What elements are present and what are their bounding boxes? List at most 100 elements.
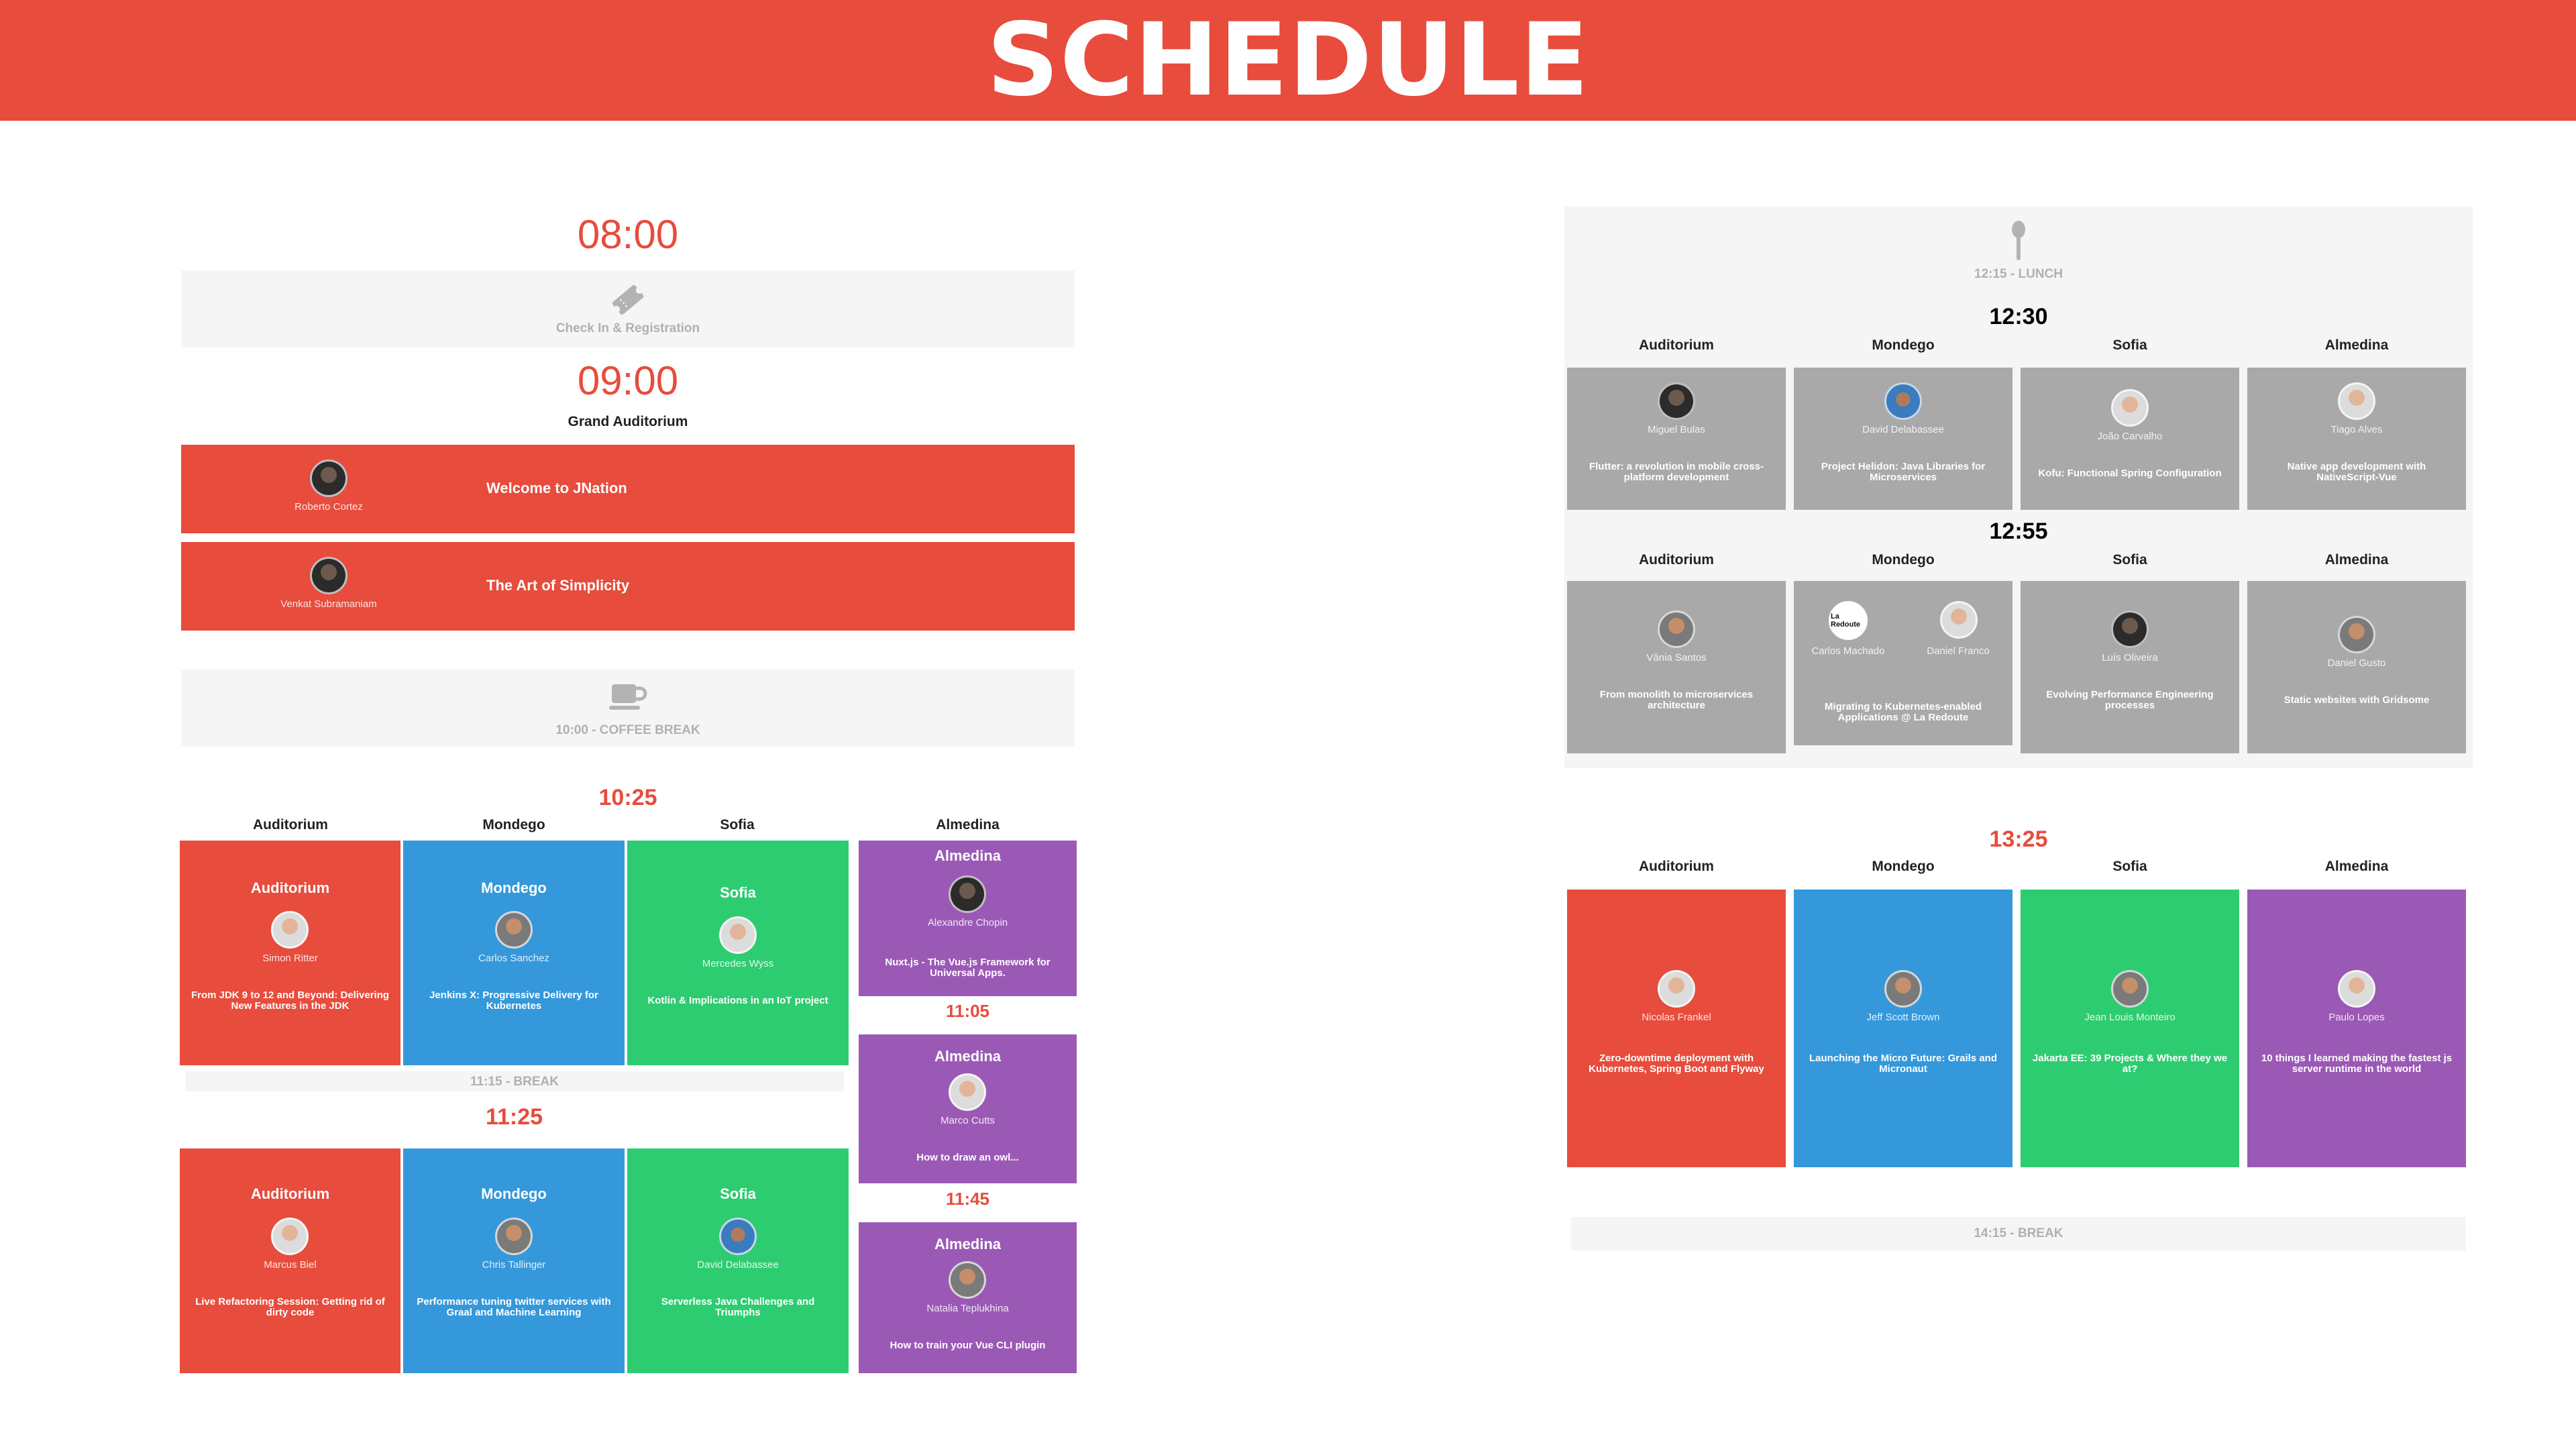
session-card-1125-mondego[interactable]: Mondego Chris Tallinger Performance tuni…: [403, 1148, 625, 1373]
speaker-avatar: [1940, 601, 1978, 639]
talk-title: Kotlin & Implications in an IoT project: [647, 995, 828, 1006]
break-1415-box: 14:15 - BREAK: [1571, 1217, 2466, 1250]
session-card-1325-mondego[interactable]: Jeff Scott Brown Launching the Micro Fut…: [1794, 890, 2012, 1167]
talk-title: Launching the Micro Future: Grails and M…: [1809, 1053, 1998, 1075]
speaker-avatar: [2338, 382, 2375, 420]
room-header-almedina: Almedina: [936, 817, 1000, 833]
speaker-name: Luís Oliveira: [2102, 652, 2158, 663]
room-header-sofia: Sofia: [2112, 337, 2147, 353]
speaker-name: Venkat Subramaniam: [280, 598, 377, 610]
talk-title: From monolith to microservices architect…: [1599, 689, 1754, 711]
talk-title: Jakarta EE: 39 Projects & Where they we …: [2032, 1053, 2228, 1075]
session-card-1255-auditorium[interactable]: Vânia Santos From monolith to microservi…: [1567, 581, 1786, 753]
card-room: Mondego: [481, 1185, 547, 1202]
session-card-1255-mondego[interactable]: La Redoute Carlos Machado Daniel Franco …: [1794, 581, 2012, 745]
speaker-avatar: [310, 557, 347, 594]
speaker-avatar: [495, 1218, 533, 1255]
session-card-1105-almedina[interactable]: Almedina Marco Cutts How to draw an owl.…: [859, 1034, 1077, 1183]
card-room: Sofia: [720, 1185, 756, 1202]
session-card-1230-almedina[interactable]: Tiago Alves Native app development with …: [2247, 368, 2466, 510]
time-1125: 11:25: [485, 1104, 543, 1130]
room-header-almedina: Almedina: [2324, 337, 2389, 353]
time-1145: 11:45: [945, 1189, 990, 1209]
speaker-name: Tiago Alves: [2330, 424, 2383, 435]
speaker-avatar: [1884, 382, 1922, 420]
talk-title: Nuxt.js - The Vue.js Framework for Unive…: [885, 957, 1051, 979]
speaker-avatar: [2338, 616, 2375, 653]
card-room: Sofia: [720, 884, 756, 901]
room-header-almedina: Almedina: [2324, 859, 2389, 874]
spoon-icon: [2012, 221, 2025, 260]
session-card-1255-sofia[interactable]: Luís Oliveira Evolving Performance Engin…: [2021, 581, 2239, 753]
room-header-mondego: Mondego: [1872, 337, 1935, 353]
speaker-avatar: [949, 875, 986, 913]
room-header-sofia: Sofia: [2112, 552, 2147, 568]
card-room: Almedina: [934, 1048, 1002, 1065]
talk-title: Native app development with NativeScript…: [2287, 461, 2426, 483]
speaker-name: Nicolas Frankel: [1642, 1012, 1711, 1023]
session-card-1325-auditorium[interactable]: Nicolas Frankel Zero-downtime deployment…: [1567, 890, 1786, 1167]
speaker-avatar: [310, 460, 347, 497]
speaker-name: Alexandre Chopin: [927, 917, 1008, 928]
talk-title: Zero-downtime deployment with Kubernetes…: [1589, 1053, 1764, 1075]
session-card-1125-sofia[interactable]: Sofia David Delabassee Serverless Java C…: [627, 1148, 849, 1373]
speaker-name: Jean Louis Monteiro: [2084, 1012, 2176, 1023]
room-header-mondego: Mondego: [1872, 859, 1935, 874]
session-card-1230-auditorium[interactable]: Miguel Bulas Flutter: a revolution in mo…: [1567, 368, 1786, 510]
speaker-avatar: [1884, 970, 1922, 1008]
talk-title: Live Refactoring Session: Getting rid of…: [195, 1296, 385, 1318]
session-card-keynote-1[interactable]: Roberto Cortez Welcome to JNation: [181, 445, 1075, 533]
time-0800: 08:00: [577, 212, 679, 257]
time-1325: 13:25: [1989, 826, 2048, 852]
ticket-icon: [612, 284, 644, 315]
speaker-avatar: [271, 1218, 309, 1255]
session-card-1025-sofia[interactable]: Sofia Mercedes Wyss Kotlin & Implication…: [627, 841, 849, 1065]
speaker-name: Carlos Sanchez: [478, 953, 549, 964]
session-card-keynote-2[interactable]: Venkat Subramaniam The Art of Simplicity: [181, 542, 1075, 631]
time-1230: 12:30: [1989, 304, 2048, 329]
speaker-avatar: [2111, 970, 2149, 1008]
speaker-avatar: [719, 1218, 757, 1255]
session-card-1325-almedina[interactable]: Paulo Lopes 10 things I learned making t…: [2247, 890, 2466, 1167]
speaker-avatar: [2338, 970, 2375, 1008]
speaker-avatar: [2111, 389, 2149, 427]
speaker-name: Mercedes Wyss: [702, 958, 774, 969]
session-card-1025-almedina[interactable]: Almedina Alexandre Chopin Nuxt.js - The …: [859, 841, 1077, 996]
la-redoute-logo: La Redoute: [1829, 601, 1868, 640]
session-card-1145-almedina[interactable]: Almedina Natalia Teplukhina How to train…: [859, 1222, 1077, 1373]
talk-title: How to train your Vue CLI plugin: [890, 1340, 1046, 1351]
speaker-name: David Delabassee: [1862, 424, 1944, 435]
session-card-1255-almedina[interactable]: Daniel Gusto Static websites with Gridso…: [2247, 581, 2466, 753]
session-card-1025-mondego[interactable]: Mondego Carlos Sanchez Jenkins X: Progre…: [403, 841, 625, 1065]
room-header-mondego: Mondego: [1872, 552, 1935, 568]
session-card-1025-auditorium[interactable]: Auditorium Simon Ritter From JDK 9 to 12…: [180, 841, 400, 1065]
talk-title: Migrating to Kubernetes-enabled Applicat…: [1824, 701, 1982, 723]
speaker-avatar: [1658, 610, 1695, 648]
room-header-almedina: Almedina: [2324, 552, 2389, 568]
speaker-avatar: [1658, 382, 1695, 420]
talk-title: Project Helidon: Java Libraries for Micr…: [1821, 461, 1986, 483]
card-room: Auditorium: [250, 879, 330, 896]
speaker-avatar: [719, 916, 757, 954]
speaker-name: Roberto Cortez: [294, 501, 363, 513]
room-header-auditorium: Auditorium: [1639, 337, 1714, 353]
coffee-cup-icon: [609, 684, 647, 710]
session-card-1325-sofia[interactable]: Jean Louis Monteiro Jakarta EE: 39 Proje…: [2021, 890, 2239, 1167]
room-header-auditorium: Auditorium: [253, 817, 328, 833]
card-room: Almedina: [934, 847, 1002, 864]
speaker-avatar: [949, 1073, 986, 1111]
time-1105: 11:05: [945, 1001, 990, 1021]
speaker-name: Simon Ritter: [262, 953, 318, 964]
room-header-sofia: Sofia: [2112, 859, 2147, 874]
coffee-break-box: 10:00 - COFFEE BREAK: [181, 669, 1075, 747]
talk-title: How to draw an owl...: [916, 1152, 1019, 1163]
lunch-label: 12:15 - LUNCH: [1974, 267, 2063, 281]
room-header-sofia: Sofia: [720, 817, 755, 833]
session-card-1230-mondego[interactable]: David Delabassee Project Helidon: Java L…: [1794, 368, 2012, 510]
session-card-1125-auditorium[interactable]: Auditorium Marcus Biel Live Refactoring …: [180, 1148, 400, 1373]
talk-title: 10 things I learned making the fastest j…: [2261, 1053, 2453, 1075]
talk-title: Kofu: Functional Spring Configuration: [2038, 468, 2222, 479]
time-1255: 12:55: [1989, 519, 2048, 544]
session-card-1230-sofia[interactable]: João Carvalho Kofu: Functional Spring Co…: [2021, 368, 2239, 510]
page-title: SCHEDULE: [986, 2, 1590, 119]
